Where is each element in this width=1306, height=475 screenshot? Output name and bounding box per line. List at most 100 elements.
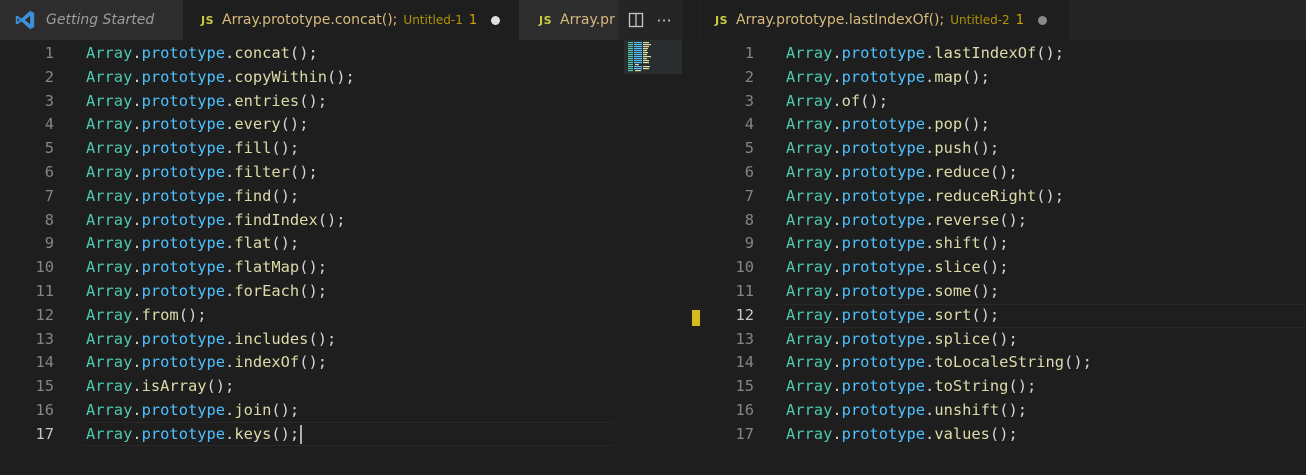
dot-token: . bbox=[832, 353, 842, 372]
code-line[interactable]: 8 Array.prototype.reverse(); bbox=[700, 208, 1027, 232]
line-number: 13 bbox=[35, 329, 54, 348]
property-token: prototype bbox=[141, 44, 226, 62]
property-token: prototype bbox=[841, 44, 926, 62]
line-number: 4 bbox=[744, 115, 754, 134]
tab-label: Array.prototype.lastIndexOf(); bbox=[736, 12, 945, 28]
code-text: Array.prototype.entries(); bbox=[86, 89, 327, 113]
code-line[interactable]: 12 Array.prototype.sort(); bbox=[700, 303, 999, 327]
property-token: prototype bbox=[841, 115, 926, 134]
code-line[interactable]: 3 Array.of(); bbox=[700, 89, 888, 113]
line-number: 5 bbox=[44, 139, 54, 158]
line-number: 15 bbox=[35, 377, 54, 396]
code-text: Array.prototype.reduce(); bbox=[786, 160, 1018, 184]
property-token: prototype bbox=[841, 329, 926, 348]
code-line[interactable]: 1 Array.prototype.concat(); bbox=[0, 41, 318, 65]
code-text: Array.prototype.fill(); bbox=[86, 136, 299, 160]
method-token: push bbox=[934, 139, 972, 158]
code-line[interactable]: 2 Array.prototype.copyWithin(); bbox=[0, 65, 355, 89]
method-token: toLocaleString bbox=[934, 353, 1065, 372]
property-token: prototype bbox=[841, 139, 926, 158]
code-line[interactable]: 6 Array.prototype.filter(); bbox=[0, 160, 318, 184]
group-sash[interactable] bbox=[682, 0, 700, 475]
punctuation-token: (); bbox=[971, 305, 1000, 324]
method-token: every bbox=[234, 115, 281, 134]
code-text: Array.prototype.keys(); bbox=[86, 422, 303, 446]
code-line[interactable]: 6 Array.prototype.reduce(); bbox=[700, 160, 1018, 184]
code-line[interactable]: 11 Array.prototype.some(); bbox=[700, 279, 999, 303]
class-token: Array bbox=[86, 139, 133, 158]
unsaved-dot-icon[interactable] bbox=[1037, 15, 1047, 25]
code-text: Array.prototype.unshift(); bbox=[786, 398, 1027, 422]
code-line[interactable]: 15 Array.isArray(); bbox=[0, 374, 234, 398]
code-line[interactable]: 14 Array.prototype.indexOf(); bbox=[0, 350, 327, 374]
class-token: Array bbox=[86, 258, 133, 277]
code-line[interactable]: 4 Array.prototype.every(); bbox=[0, 112, 309, 136]
code-line[interactable]: 12 Array.from(); bbox=[0, 303, 206, 327]
class-token: Array bbox=[786, 258, 833, 277]
code-line[interactable]: 17 Array.prototype.values(); bbox=[700, 422, 1017, 446]
method-token: includes bbox=[234, 329, 309, 348]
code-line[interactable]: 4 Array.prototype.pop(); bbox=[700, 112, 990, 136]
class-token: Array bbox=[786, 234, 833, 253]
code-line[interactable]: 2 Array.prototype.map(); bbox=[700, 65, 990, 89]
dot-token: . bbox=[925, 353, 935, 372]
code-text: Array.prototype.toString(); bbox=[786, 374, 1036, 398]
code-line[interactable]: 13 Array.prototype.includes(); bbox=[0, 327, 336, 351]
code-text: Array.isArray(); bbox=[86, 374, 234, 398]
code-line[interactable]: 10 Array.prototype.slice(); bbox=[700, 255, 1008, 279]
punctuation-token: (); bbox=[280, 115, 309, 134]
code-line[interactable]: 8 Array.prototype.findIndex(); bbox=[0, 208, 346, 232]
code-line[interactable]: 1 Array.prototype.lastIndexOf(); bbox=[700, 41, 1064, 65]
code-text: Array.prototype.shift(); bbox=[786, 231, 1008, 255]
dot-token: . bbox=[225, 44, 235, 62]
property-token: prototype bbox=[841, 353, 926, 372]
editor-actions: ··· bbox=[618, 0, 682, 40]
code-line[interactable]: 7 Array.prototype.reduceRight(); bbox=[700, 184, 1064, 208]
tab-untitled-1[interactable]: JS Array.prototype.concat(); Untitled-1 … bbox=[183, 0, 519, 40]
split-editor-icon[interactable] bbox=[622, 5, 650, 35]
editor-group-left: Getting Started JS Array.prototype.conca… bbox=[0, 0, 682, 475]
dot-token: . bbox=[132, 353, 142, 372]
code-line[interactable]: 3 Array.prototype.entries(); bbox=[0, 89, 327, 113]
property-token: prototype bbox=[141, 67, 226, 86]
punctuation-token: (); bbox=[989, 424, 1018, 443]
unsaved-dot-icon[interactable] bbox=[491, 15, 501, 25]
code-line[interactable]: 16 Array.prototype.join(); bbox=[0, 398, 299, 422]
line-number: 13 bbox=[735, 329, 754, 348]
dot-token: . bbox=[925, 44, 935, 62]
code-line[interactable]: 14 Array.prototype.toLocaleString(); bbox=[700, 350, 1091, 374]
code-editor-right[interactable]: 1 Array.prototype.lastIndexOf(); 2 Array.pr… bbox=[700, 40, 1306, 475]
dot-token: . bbox=[225, 282, 235, 300]
dot-token: . bbox=[832, 91, 842, 110]
code-line[interactable]: 9 Array.prototype.shift(); bbox=[700, 231, 1009, 255]
code-text: Array.prototype.toLocaleString(); bbox=[786, 350, 1092, 374]
code-line[interactable]: 5 Array.prototype.push(); bbox=[700, 136, 999, 160]
editor-group-right: JS Array.prototype.lastIndexOf(); Untitl… bbox=[700, 0, 1306, 475]
code-line[interactable]: 9 Array.prototype.flat(); bbox=[0, 231, 299, 255]
code-editor-left[interactable]: 1 Array.prototype.concat(); 2 Array.prototy… bbox=[0, 40, 682, 475]
tab-untitled-2-mirror[interactable]: JS Array.pr bbox=[519, 0, 629, 40]
minimap[interactable] bbox=[624, 40, 682, 76]
code-line[interactable]: 5 Array.prototype.fill(); bbox=[0, 136, 299, 160]
punctuation-token: (); bbox=[289, 163, 318, 181]
code-line[interactable]: 17 Array.prototype.keys(); bbox=[0, 422, 303, 446]
code-text: Array.prototype.forEach(); bbox=[86, 279, 327, 303]
code-line[interactable]: 13 Array.prototype.splice(); bbox=[700, 327, 1017, 351]
tab-getting-started[interactable]: Getting Started bbox=[0, 0, 183, 40]
tab-description: Untitled-1 bbox=[403, 13, 463, 27]
property-token: prototype bbox=[141, 282, 226, 300]
code-line[interactable]: 11 Array.prototype.forEach(); bbox=[0, 279, 327, 303]
method-token: of bbox=[841, 91, 861, 110]
property-token: prototype bbox=[841, 282, 926, 300]
code-line[interactable]: 7 Array.prototype.find(); bbox=[0, 184, 299, 208]
code-text: Array.prototype.values(); bbox=[786, 422, 1018, 446]
class-token: Array bbox=[786, 329, 833, 348]
tab-untitled-2[interactable]: JS Array.prototype.lastIndexOf(); Untitl… bbox=[701, 0, 1069, 40]
code-line[interactable]: 16 Array.prototype.unshift(); bbox=[700, 398, 1027, 422]
code-line[interactable]: 10 Array.prototype.flatMap(); bbox=[0, 255, 327, 279]
dot-token: . bbox=[925, 163, 935, 181]
code-line[interactable]: 15 Array.prototype.toString(); bbox=[700, 374, 1036, 398]
property-token: prototype bbox=[841, 305, 926, 324]
dot-token: . bbox=[925, 115, 935, 134]
more-actions-icon[interactable]: ··· bbox=[650, 5, 678, 35]
